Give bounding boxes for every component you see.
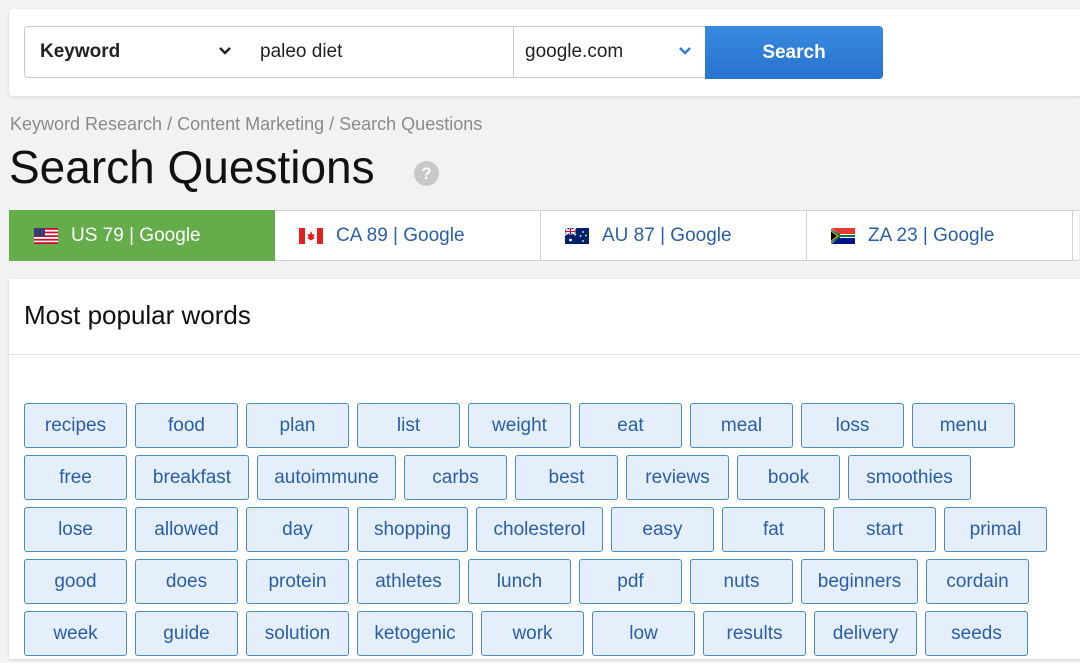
- tab-au[interactable]: AU 87 | Google: [541, 210, 807, 261]
- word-chip[interactable]: lunch: [468, 559, 571, 604]
- word-chip[interactable]: smoothies: [848, 455, 971, 500]
- page-title: Search Questions: [9, 141, 375, 193]
- question-circle-icon[interactable]: ?: [414, 161, 439, 186]
- tab-ca[interactable]: CA 89 | Google: [275, 210, 541, 261]
- search-type-select[interactable]: Keyword: [24, 26, 246, 78]
- word-chip[interactable]: nuts: [690, 559, 793, 604]
- word-chip[interactable]: day: [246, 507, 349, 552]
- word-chip[interactable]: weight: [468, 403, 571, 448]
- word-chip[interactable]: does: [135, 559, 238, 604]
- word-row: week guide solution ketogenic work low r…: [24, 611, 1064, 656]
- us-flag-icon: [34, 227, 58, 244]
- word-chip[interactable]: cordain: [926, 559, 1029, 604]
- word-chip[interactable]: beginners: [801, 559, 918, 604]
- word-chip[interactable]: free: [24, 455, 127, 500]
- panel-title: Most popular words: [24, 300, 251, 330]
- word-chip[interactable]: good: [24, 559, 127, 604]
- word-chip[interactable]: breakfast: [135, 455, 249, 500]
- chevron-down-icon: [219, 47, 231, 55]
- keyword-input-value: paleo diet: [260, 41, 343, 62]
- word-chip[interactable]: meal: [690, 403, 793, 448]
- word-chip[interactable]: fat: [722, 507, 825, 552]
- word-chip[interactable]: book: [737, 455, 840, 500]
- word-chip[interactable]: list: [357, 403, 460, 448]
- word-chip[interactable]: shopping: [357, 507, 468, 552]
- word-chip[interactable]: guide: [135, 611, 238, 656]
- word-chip[interactable]: start: [833, 507, 936, 552]
- word-chip[interactable]: ketogenic: [357, 611, 473, 656]
- popular-words-panel: Most popular words recipes food plan lis…: [9, 279, 1080, 659]
- word-chip[interactable]: recipes: [24, 403, 127, 448]
- word-chip[interactable]: primal: [944, 507, 1047, 552]
- word-chip[interactable]: delivery: [814, 611, 917, 656]
- word-chip[interactable]: athletes: [357, 559, 460, 604]
- word-chip[interactable]: best: [515, 455, 618, 500]
- word-chip[interactable]: seeds: [925, 611, 1028, 656]
- tab-overflow[interactable]: [1073, 210, 1079, 261]
- database-value: google.com: [525, 41, 624, 62]
- word-chip[interactable]: lose: [24, 507, 127, 552]
- tab-za[interactable]: ZA 23 | Google: [807, 210, 1073, 261]
- word-chip[interactable]: low: [592, 611, 695, 656]
- word-chip[interactable]: plan: [246, 403, 349, 448]
- tab-label: ZA 23 | Google: [868, 224, 995, 246]
- word-row: lose allowed day shopping cholesterol ea…: [24, 507, 1064, 552]
- tab-us[interactable]: US 79 | Google: [9, 210, 275, 261]
- word-chip[interactable]: protein: [246, 559, 349, 604]
- database-select[interactable]: google.com: [513, 26, 706, 78]
- word-chip[interactable]: work: [481, 611, 584, 656]
- tab-label: AU 87 | Google: [602, 224, 732, 246]
- word-chip[interactable]: solution: [246, 611, 349, 656]
- word-chip[interactable]: easy: [611, 507, 714, 552]
- word-chip[interactable]: eat: [579, 403, 682, 448]
- word-chip[interactable]: carbs: [404, 455, 507, 500]
- word-chip[interactable]: week: [24, 611, 127, 656]
- za-flag-icon: [831, 227, 855, 244]
- word-chip[interactable]: food: [135, 403, 238, 448]
- word-chip[interactable]: menu: [912, 403, 1015, 448]
- word-chip[interactable]: reviews: [626, 455, 729, 500]
- word-chip[interactable]: allowed: [135, 507, 238, 552]
- search-button[interactable]: Search: [705, 26, 883, 79]
- chevron-down-icon: [679, 47, 691, 55]
- database-tabs: US 79 | Google CA 89 | Google AU 87 | Go…: [9, 210, 1080, 261]
- word-chip[interactable]: pdf: [579, 559, 682, 604]
- tab-label: US 79 | Google: [71, 224, 201, 246]
- ca-flag-icon: [299, 227, 323, 244]
- word-cloud: recipes food plan list weight eat meal l…: [24, 403, 1064, 663]
- word-chip[interactable]: loss: [801, 403, 904, 448]
- word-chip[interactable]: results: [703, 611, 806, 656]
- word-row: good does protein athletes lunch pdf nut…: [24, 559, 1064, 604]
- word-row: free breakfast autoimmune carbs best rev…: [24, 455, 1064, 500]
- tab-label: CA 89 | Google: [336, 224, 465, 246]
- word-chip[interactable]: cholesterol: [476, 507, 603, 552]
- search-type-value: Keyword: [40, 41, 121, 62]
- keyword-input[interactable]: paleo diet: [245, 26, 514, 78]
- au-flag-icon: [565, 227, 589, 244]
- divider: [9, 354, 1080, 355]
- word-chip[interactable]: autoimmune: [257, 455, 396, 500]
- breadcrumb[interactable]: Keyword Research / Content Marketing / S…: [10, 114, 482, 135]
- search-bar: Keyword paleo diet google.com Search: [9, 9, 1080, 96]
- word-row: recipes food plan list weight eat meal l…: [24, 403, 1064, 448]
